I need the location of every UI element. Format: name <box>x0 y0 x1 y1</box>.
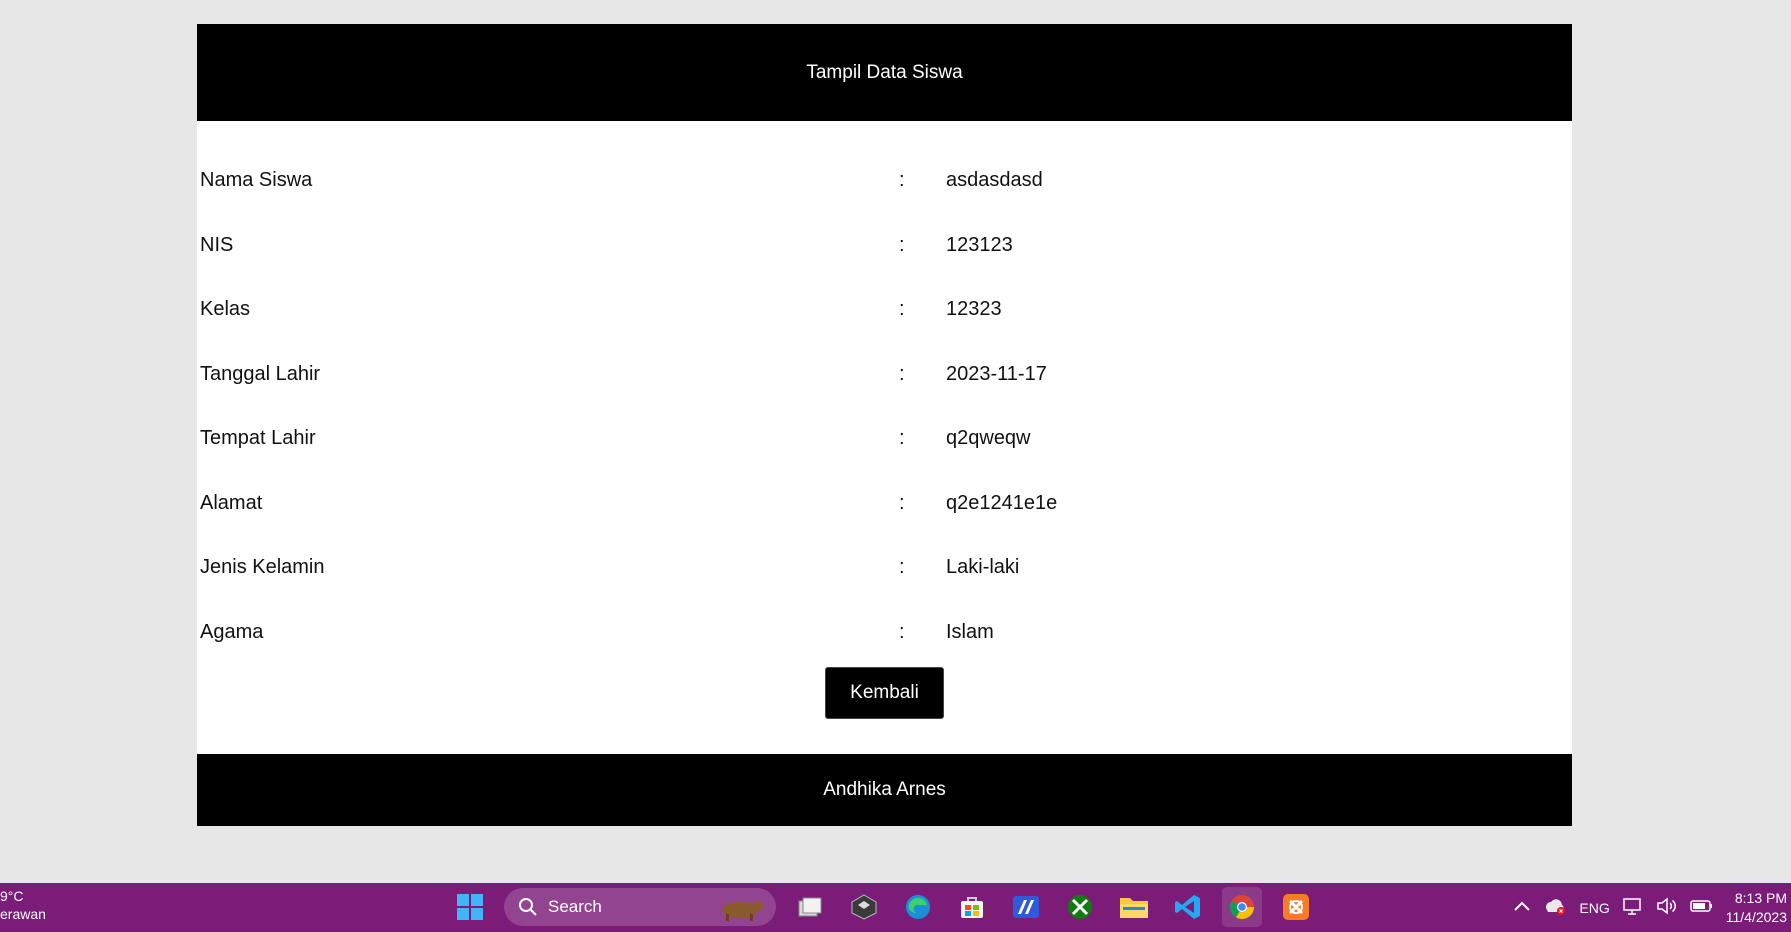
page-title: Tampil Data Siswa <box>806 61 963 83</box>
field-label: Agama <box>200 620 264 643</box>
detail-row-nis: NIS : 123123 <box>197 216 1572 281</box>
clock-time: 8:13 PM <box>1734 889 1787 906</box>
back-button-container: Kembali <box>197 667 1572 719</box>
windows-start-icon[interactable] <box>450 887 490 927</box>
clock-date: 11/4/2023 <box>1725 908 1787 925</box>
field-label: Kelas <box>200 298 251 320</box>
field-value: Islam <box>946 620 994 643</box>
field-label: Tempat Lahir <box>200 427 316 449</box>
chrome-icon[interactable] <box>1222 887 1262 927</box>
page-footer: Andhika Arnes <box>197 754 1572 826</box>
field-value: q2e1241e1e <box>946 491 1058 514</box>
detail-row-jenis-kelamin: Jenis Kelamin : Laki-laki <box>197 538 1572 603</box>
field-separator: : <box>899 169 905 191</box>
field-value: Laki-laki <box>946 556 1020 578</box>
network-icon[interactable] <box>1622 896 1644 920</box>
language-indicator[interactable]: ENG <box>1579 900 1609 916</box>
xampp-icon[interactable] <box>1276 887 1316 927</box>
task-view-icon[interactable] <box>790 887 830 927</box>
field-separator: : <box>899 362 905 385</box>
field-label: Jenis Kelamin <box>200 556 325 578</box>
taskbar-apps: Search <box>450 887 1316 927</box>
app-icon[interactable] <box>844 887 884 927</box>
weather-widget[interactable]: 9°C erawan <box>0 887 46 923</box>
xbox-icon[interactable] <box>1060 887 1100 927</box>
taskbar: 9°C erawan Search ENG 8:13 PM 11/4/2023 <box>0 883 1791 932</box>
page-card: Tampil Data Siswa Nama Siswa : asdasdasd… <box>197 24 1572 826</box>
field-label: Alamat <box>200 491 263 514</box>
detail-row-tanggal-lahir: Tanggal Lahir : 2023-11-17 <box>197 345 1572 410</box>
field-label: NIS <box>200 233 234 256</box>
edge-icon[interactable] <box>898 887 938 927</box>
volume-icon[interactable] <box>1656 896 1678 920</box>
field-value: asdasdasd <box>946 169 1043 191</box>
field-separator: : <box>899 491 905 514</box>
chevron-up-icon[interactable] <box>1513 899 1531 916</box>
onedrive-error-icon[interactable] <box>1543 896 1567 920</box>
search-label: Search <box>548 897 602 916</box>
field-separator: : <box>899 298 905 320</box>
search-icon <box>519 898 537 916</box>
detail-row-alamat: Alamat : q2e1241e1e <box>197 474 1572 539</box>
detail-row-nama-siswa: Nama Siswa : asdasdasd <box>197 151 1572 216</box>
system-clock[interactable]: 8:13 PM 11/4/2023 <box>1726 889 1791 927</box>
field-separator: : <box>899 233 905 256</box>
app-icon[interactable] <box>1006 887 1046 927</box>
taskbar-search[interactable]: Search <box>504 888 776 926</box>
field-value: 12323 <box>946 298 1002 320</box>
weather-description: erawan <box>0 906 46 922</box>
store-icon[interactable] <box>952 887 992 927</box>
page-header: Tampil Data Siswa <box>197 24 1572 121</box>
weather-temperature: 9°C <box>0 888 24 904</box>
detail-row-agama: Agama : Islam <box>197 603 1572 668</box>
search-highlight-icon <box>722 901 763 921</box>
footer-author: Andhika Arnes <box>823 779 946 800</box>
student-detail-list: Nama Siswa : asdasdasd NIS : 123123 Kela… <box>197 121 1572 667</box>
field-value: 123123 <box>946 233 1013 256</box>
detail-row-kelas: Kelas : 12323 <box>197 280 1572 345</box>
detail-row-tempat-lahir: Tempat Lahir : q2qweqw <box>197 409 1572 474</box>
field-separator: : <box>899 556 905 578</box>
system-tray: ENG 8:13 PM 11/4/2023 <box>1513 883 1791 932</box>
field-label: Tanggal Lahir <box>200 362 321 385</box>
field-value: 2023-11-17 <box>946 362 1047 385</box>
vscode-icon[interactable] <box>1168 887 1208 927</box>
field-separator: : <box>899 620 905 643</box>
battery-icon[interactable] <box>1690 898 1714 918</box>
back-button[interactable]: Kembali <box>825 667 944 719</box>
file-explorer-icon[interactable] <box>1114 887 1154 927</box>
field-label: Nama Siswa <box>200 169 313 191</box>
field-separator: : <box>899 427 905 449</box>
field-value: q2qweqw <box>946 427 1031 449</box>
